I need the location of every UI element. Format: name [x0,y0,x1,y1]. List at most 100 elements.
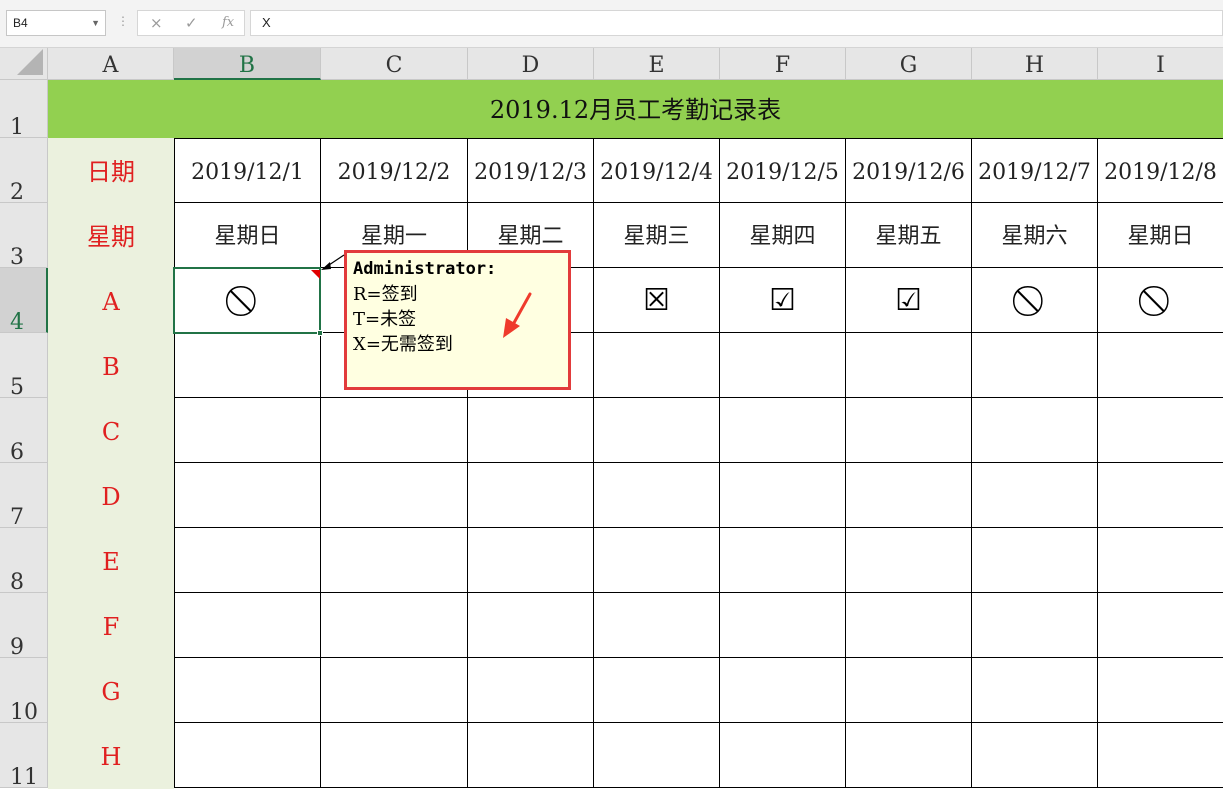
grid-cell[interactable] [720,723,846,788]
weekday-label[interactable]: 星期 [48,203,174,268]
column-header-f[interactable]: F [720,48,846,80]
employee-label[interactable]: C [48,398,174,463]
insert-function-icon[interactable]: fx [222,15,234,30]
grid-cell[interactable] [846,593,972,658]
grid-cell[interactable] [972,528,1098,593]
grid-cell[interactable] [321,463,468,528]
grid-cell[interactable] [174,528,321,593]
cancel-icon[interactable]: × [150,14,163,32]
date-label[interactable]: 日期 [48,138,174,203]
weekday-cell[interactable]: 星期四 [720,203,846,268]
weekday-cell[interactable]: 星期日 [174,203,321,268]
attendance-cell[interactable]: ⃠ [972,268,1098,333]
grid-cell[interactable] [846,463,972,528]
grid-cell[interactable] [1098,333,1223,398]
grid-cell[interactable] [720,398,846,463]
grid-cell[interactable] [594,463,720,528]
column-header-e[interactable]: E [594,48,720,80]
fill-handle[interactable] [317,330,323,336]
comment-indicator-icon[interactable] [311,270,320,279]
date-cell[interactable]: 2019/12/4 [594,138,720,203]
grid-cell[interactable] [174,333,321,398]
date-cell[interactable]: 2019/12/3 [468,138,594,203]
grid-cell[interactable] [468,398,594,463]
column-header-a[interactable]: A [48,48,174,80]
row-header-10[interactable]: 10 [0,658,48,725]
employee-label[interactable]: A [48,268,174,333]
grid-cell[interactable] [321,593,468,658]
date-cell[interactable]: 2019/12/6 [846,138,972,203]
weekday-cell[interactable]: 星期六 [972,203,1098,268]
grid-cell[interactable] [174,463,321,528]
grid-cell[interactable] [321,723,468,788]
formula-input[interactable]: X [250,10,1223,36]
row-header-8[interactable]: 8 [0,528,48,595]
column-header-d[interactable]: D [468,48,594,80]
grid-cell[interactable] [594,333,720,398]
grid-cell[interactable] [468,528,594,593]
employee-label[interactable]: B [48,333,174,398]
grid-cell[interactable] [174,398,321,463]
row-header-7[interactable]: 7 [0,463,48,530]
column-header-g[interactable]: G [846,48,972,80]
grid-cell[interactable] [1098,398,1223,463]
row-header-4[interactable]: 4 [0,268,48,335]
grid-cell[interactable] [846,658,972,723]
weekday-cell[interactable]: 星期五 [846,203,972,268]
grid-cell[interactable] [972,463,1098,528]
employee-label[interactable]: H [48,723,174,788]
grid-cell[interactable] [1098,593,1223,658]
column-header-c[interactable]: C [321,48,468,80]
grid-cell[interactable] [321,398,468,463]
employee-label[interactable]: E [48,528,174,593]
date-cell[interactable]: 2019/12/5 [720,138,846,203]
grid-cell[interactable] [972,658,1098,723]
date-cell[interactable]: 2019/12/8 [1098,138,1223,203]
column-header-h[interactable]: H [972,48,1098,80]
row-header-6[interactable]: 6 [0,398,48,465]
row-header-5[interactable]: 5 [0,333,48,400]
grid-cell[interactable] [174,723,321,788]
row-header-2[interactable]: 2 [0,138,48,205]
employee-label[interactable]: G [48,658,174,723]
grid-cell[interactable] [720,333,846,398]
attendance-cell[interactable]: ⃠ [1098,268,1223,333]
date-cell[interactable]: 2019/12/2 [321,138,468,203]
column-header-i[interactable]: I [1098,48,1223,80]
name-box[interactable]: B4 ▼ [6,10,106,36]
attendance-cell[interactable]: ☑ [846,268,972,333]
cell-comment[interactable]: Administrator: R=签到 T=未签 X=无需签到 [344,250,571,390]
select-all-triangle-icon[interactable] [17,49,43,75]
grid-cell[interactable] [174,658,321,723]
row-header-3[interactable]: 3 [0,203,48,270]
grid-cell[interactable] [720,593,846,658]
row-header-11[interactable]: 11 [0,723,48,790]
date-cell[interactable]: 2019/12/7 [972,138,1098,203]
grid-cell[interactable] [594,528,720,593]
grid-cell[interactable] [1098,528,1223,593]
drag-handle-icon[interactable]: ⋮ [117,14,129,28]
column-header-b[interactable]: B [174,48,321,80]
row-header-1[interactable]: 1 [0,80,48,140]
grid-cell[interactable] [468,723,594,788]
grid-cell[interactable] [846,528,972,593]
weekday-cell[interactable]: 星期日 [1098,203,1223,268]
attendance-cell[interactable]: ☑ [720,268,846,333]
employee-label[interactable]: D [48,463,174,528]
grid-cell[interactable] [720,658,846,723]
grid-cell[interactable] [594,398,720,463]
grid-cell[interactable] [972,398,1098,463]
grid-cell[interactable] [321,658,468,723]
grid-cell[interactable] [846,333,972,398]
grid-cell[interactable] [1098,658,1223,723]
grid-cell[interactable] [720,528,846,593]
employee-label[interactable]: F [48,593,174,658]
enter-icon[interactable]: ✓ [185,14,198,32]
grid-cell[interactable] [1098,463,1223,528]
attendance-cell[interactable]: ☒ [594,268,720,333]
grid-cell[interactable] [468,658,594,723]
select-all-corner[interactable] [0,48,48,80]
grid-cell[interactable] [972,723,1098,788]
grid-cell[interactable] [1098,723,1223,788]
grid-cell[interactable] [972,593,1098,658]
